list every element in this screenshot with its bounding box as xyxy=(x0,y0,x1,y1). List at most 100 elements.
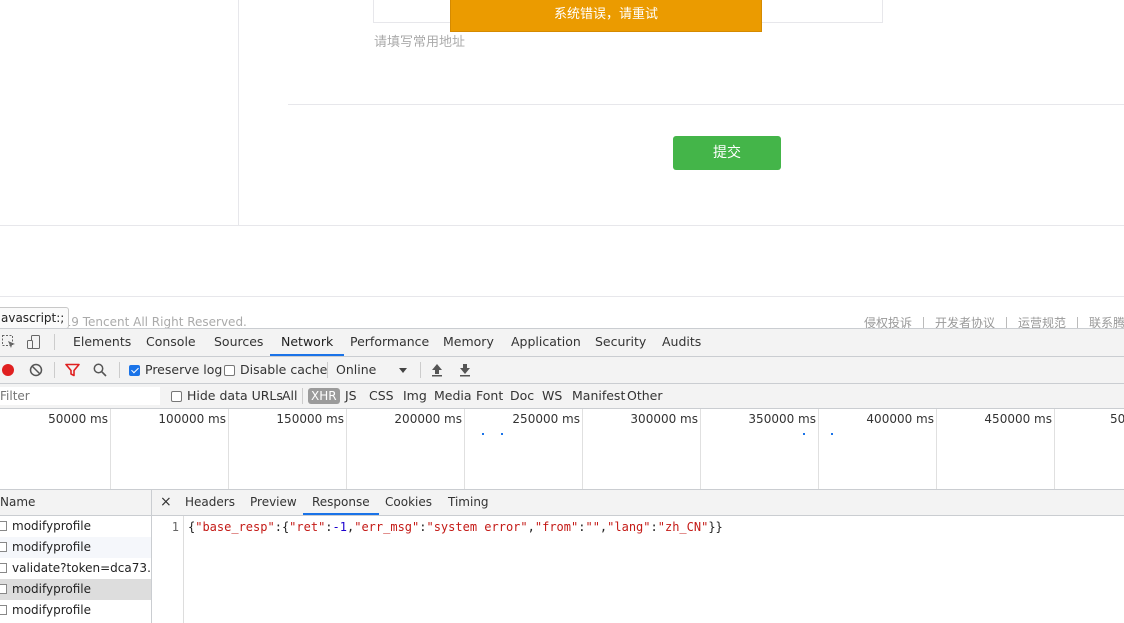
tab-audits[interactable]: Audits xyxy=(662,329,701,356)
filter-type-media[interactable]: Media xyxy=(434,384,472,408)
tab-separator xyxy=(54,334,55,350)
close-icon[interactable]: × xyxy=(160,490,172,515)
address-hint: 请填写常用地址 xyxy=(374,35,466,50)
filter-type-img[interactable]: Img xyxy=(403,384,427,408)
network-overview-timeline[interactable]: 50000 ms 100000 ms 150000 ms 200000 ms 2… xyxy=(0,409,1124,490)
tab-memory[interactable]: Memory xyxy=(443,329,494,356)
request-list-header[interactable]: Name xyxy=(0,490,151,516)
detail-tab-timing[interactable]: Timing xyxy=(448,490,489,515)
preserve-log-checkbox[interactable]: Preserve log xyxy=(129,357,222,383)
request-name: modifyprofile xyxy=(12,540,92,554)
filter-input[interactable] xyxy=(0,387,160,405)
timeline-gridline xyxy=(1054,409,1055,489)
response-body[interactable]: {"base_resp":{"ret":-1,"err_msg":"system… xyxy=(188,520,723,534)
detail-tab-preview[interactable]: Preview xyxy=(250,490,297,515)
tab-application[interactable]: Application xyxy=(511,329,581,356)
detail-tab-cookies[interactable]: Cookies xyxy=(385,490,432,515)
disable-cache-label: Disable cache xyxy=(240,362,328,377)
code-gutter: 1 xyxy=(152,516,184,623)
hide-data-urls-checkbox-box[interactable] xyxy=(171,391,182,402)
submit-button[interactable]: 提交 xyxy=(673,136,781,170)
filter-type-all[interactable]: All xyxy=(282,384,298,408)
request-type-icon xyxy=(0,584,7,594)
search-icon[interactable] xyxy=(93,363,109,379)
devtools-panel: Elements Console Sources Network Perform… xyxy=(0,328,1124,623)
sidebar-divider xyxy=(238,0,239,225)
request-type-icon xyxy=(0,542,7,552)
timeline-request-mark xyxy=(831,433,833,435)
tab-sources[interactable]: Sources xyxy=(214,329,263,356)
device-toolbar-icon[interactable] xyxy=(26,334,42,350)
timeline-tick: 100000 ms xyxy=(158,412,226,426)
line-number: 1 xyxy=(171,520,179,534)
tab-network[interactable]: Network xyxy=(270,329,345,356)
footer-link-contact[interactable]: 联系腾 xyxy=(1089,314,1124,328)
filter-type-ws[interactable]: WS xyxy=(542,384,562,408)
timeline-tick: 50 xyxy=(1110,412,1124,426)
timeline-request-mark xyxy=(803,433,805,435)
timeline-tick: 300000 ms xyxy=(630,412,698,426)
request-name: validate?token=dca73… xyxy=(12,561,151,575)
footer-divider xyxy=(0,296,1124,297)
toolbar-separator xyxy=(420,362,421,378)
disable-cache-checkbox[interactable]: Disable cache xyxy=(224,357,327,383)
timeline-gridline xyxy=(228,409,229,489)
content-bottom-divider xyxy=(0,225,1124,226)
tab-performance[interactable]: Performance xyxy=(350,329,429,356)
request-detail-panel: × Headers Preview Response Cookies Timin… xyxy=(152,490,1124,623)
json-key: "from" xyxy=(534,520,579,534)
timeline-gridline xyxy=(700,409,701,489)
json-key: "base_resp" xyxy=(195,520,275,534)
preserve-log-checkbox-box[interactable] xyxy=(129,365,140,376)
import-har-icon[interactable] xyxy=(430,363,446,379)
inspect-element-icon[interactable] xyxy=(1,334,17,350)
filter-type-xhr[interactable]: XHR xyxy=(308,388,340,404)
detail-tab-response[interactable]: Response xyxy=(303,490,379,515)
timeline-request-mark xyxy=(501,433,503,435)
filter-type-doc[interactable]: Doc xyxy=(510,384,534,408)
export-har-icon[interactable] xyxy=(458,363,474,379)
network-filter-bar: Hide data URLs All XHR JS CSS Img Media … xyxy=(0,384,1124,409)
json-key: "ret" xyxy=(289,520,326,534)
timeline-tick: 400000 ms xyxy=(866,412,934,426)
filter-type-other[interactable]: Other xyxy=(627,384,663,408)
toolbar-separator xyxy=(54,362,55,378)
tab-elements[interactable]: Elements xyxy=(73,329,131,356)
footer-links: 侵权投诉 开发者协议 运营规范 联系腾 xyxy=(864,314,1124,328)
request-row[interactable]: modifyprofile xyxy=(0,537,151,558)
request-row-selected[interactable]: modifyprofile xyxy=(0,579,151,600)
tab-console[interactable]: Console xyxy=(146,329,196,356)
request-name: modifyprofile xyxy=(12,582,92,596)
json-value: "" xyxy=(585,520,600,534)
timeline-tick: 200000 ms xyxy=(394,412,462,426)
filter-type-js[interactable]: JS xyxy=(345,384,357,408)
request-row[interactable]: validate?token=dca73… xyxy=(0,558,151,579)
request-row[interactable]: modifyprofile xyxy=(0,600,151,621)
request-list: Name modifyprofile modifyprofile validat… xyxy=(0,490,152,623)
tab-security[interactable]: Security xyxy=(595,329,646,356)
request-row[interactable]: modifyprofile xyxy=(0,516,151,537)
throttling-value: Online xyxy=(336,362,377,377)
throttling-select[interactable]: Online xyxy=(336,357,376,383)
preserve-log-label: Preserve log xyxy=(145,362,223,377)
chevron-down-icon[interactable] xyxy=(398,363,414,379)
hide-data-urls-checkbox[interactable]: Hide data URLs xyxy=(171,384,283,408)
clear-icon[interactable] xyxy=(29,363,45,379)
disable-cache-checkbox-box[interactable] xyxy=(224,365,235,376)
footer-link-complaint[interactable]: 侵权投诉 xyxy=(864,314,912,328)
json-value: "zh_CN" xyxy=(657,520,709,534)
filter-icon[interactable] xyxy=(65,363,81,379)
timeline-tick: 150000 ms xyxy=(276,412,344,426)
filter-type-manifest[interactable]: Manifest xyxy=(572,384,625,408)
footer-link-dev-agreement[interactable]: 开发者协议 xyxy=(935,314,995,328)
filter-type-font[interactable]: Font xyxy=(476,384,503,408)
toolbar-separator xyxy=(327,362,328,378)
detail-tab-headers[interactable]: Headers xyxy=(185,490,235,515)
json-value: -1 xyxy=(332,520,347,534)
form-divider xyxy=(288,104,1124,105)
json-key: "err_msg" xyxy=(354,520,420,534)
filter-type-css[interactable]: CSS xyxy=(369,384,394,408)
footer-link-operation-rules[interactable]: 运营规范 xyxy=(1018,314,1066,328)
record-icon[interactable] xyxy=(1,363,17,379)
timeline-gridline xyxy=(936,409,937,489)
